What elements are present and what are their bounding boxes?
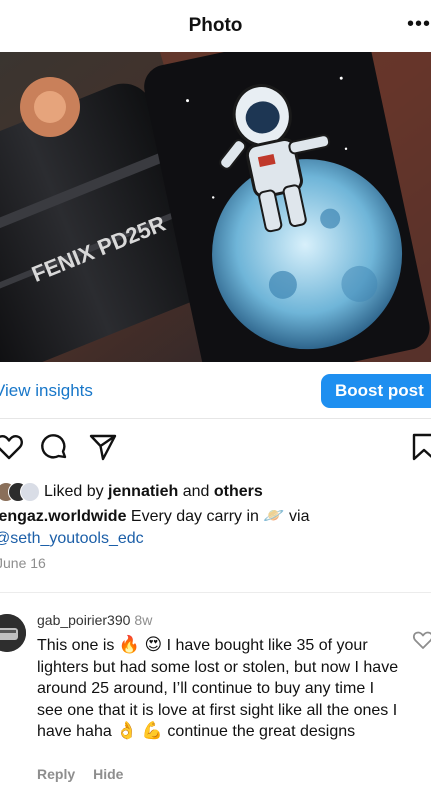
likes-others[interactable]: others bbox=[214, 483, 263, 500]
likes-summary[interactable]: Liked by jennatieh and others bbox=[0, 481, 263, 503]
comment-header: gab_poirier390 8w bbox=[37, 612, 152, 628]
heart-eyes-emoji: 😍 bbox=[144, 635, 163, 654]
likes-middle: and bbox=[178, 483, 214, 500]
caption-username[interactable]: lengaz.worldwide bbox=[0, 508, 126, 525]
bookmark-icon[interactable] bbox=[409, 432, 431, 464]
comment-username[interactable]: gab_poirier390 bbox=[37, 612, 130, 628]
insights-row: View insights Boost post bbox=[0, 372, 431, 410]
liker-username[interactable]: jennatieh bbox=[108, 483, 178, 500]
comment-text: This one is 🔥 😍 I have bought like 35 of… bbox=[37, 635, 399, 743]
view-insights-link[interactable]: View insights bbox=[0, 381, 93, 401]
comment-like-heart-icon[interactable] bbox=[412, 630, 431, 650]
flexed-biceps-emoji: 💪 bbox=[141, 721, 163, 740]
post-caption: lengaz.worldwide Every day carry in 🪐 vi… bbox=[0, 506, 431, 550]
comment-icon[interactable] bbox=[39, 432, 71, 464]
avatar[interactable] bbox=[0, 614, 26, 652]
caption-mention[interactable]: @seth_youtools_edc bbox=[0, 530, 144, 547]
caption-text: Every day carry in bbox=[126, 508, 264, 525]
boost-post-button[interactable]: Boost post bbox=[321, 374, 431, 408]
more-horizontal-icon[interactable]: ••• bbox=[407, 14, 431, 34]
comment-time: 8w bbox=[134, 612, 153, 628]
likes-prefix: Liked by bbox=[44, 483, 109, 500]
divider bbox=[0, 418, 431, 419]
comment-actions: Reply Hide bbox=[37, 766, 123, 782]
liker-avatars bbox=[0, 482, 42, 502]
likes-text: Liked by jennatieh and others bbox=[44, 483, 263, 501]
post-photo[interactable]: FENIX PD25R bbox=[0, 52, 431, 362]
post-actions-bar bbox=[0, 432, 431, 466]
post-date: June 16 bbox=[0, 555, 46, 571]
top-bar: Photo ••• bbox=[0, 0, 431, 52]
avatar bbox=[20, 482, 40, 502]
hide-button[interactable]: Hide bbox=[93, 766, 123, 782]
share-icon[interactable] bbox=[88, 432, 120, 464]
caption-via: via bbox=[284, 508, 310, 525]
post-photo-image: FENIX PD25R bbox=[0, 52, 431, 362]
reply-button[interactable]: Reply bbox=[37, 766, 75, 782]
ok-hand-emoji: 👌 bbox=[116, 721, 138, 740]
comment-text-part: continue the great designs bbox=[162, 723, 356, 740]
ringed-planet-emoji: 🪐 bbox=[263, 506, 285, 525]
fire-emoji: 🔥 bbox=[118, 635, 140, 654]
divider bbox=[0, 592, 431, 593]
heart-icon[interactable] bbox=[0, 432, 26, 464]
comment-text-part: This one is bbox=[37, 637, 119, 654]
page-title: Photo bbox=[188, 15, 243, 36]
